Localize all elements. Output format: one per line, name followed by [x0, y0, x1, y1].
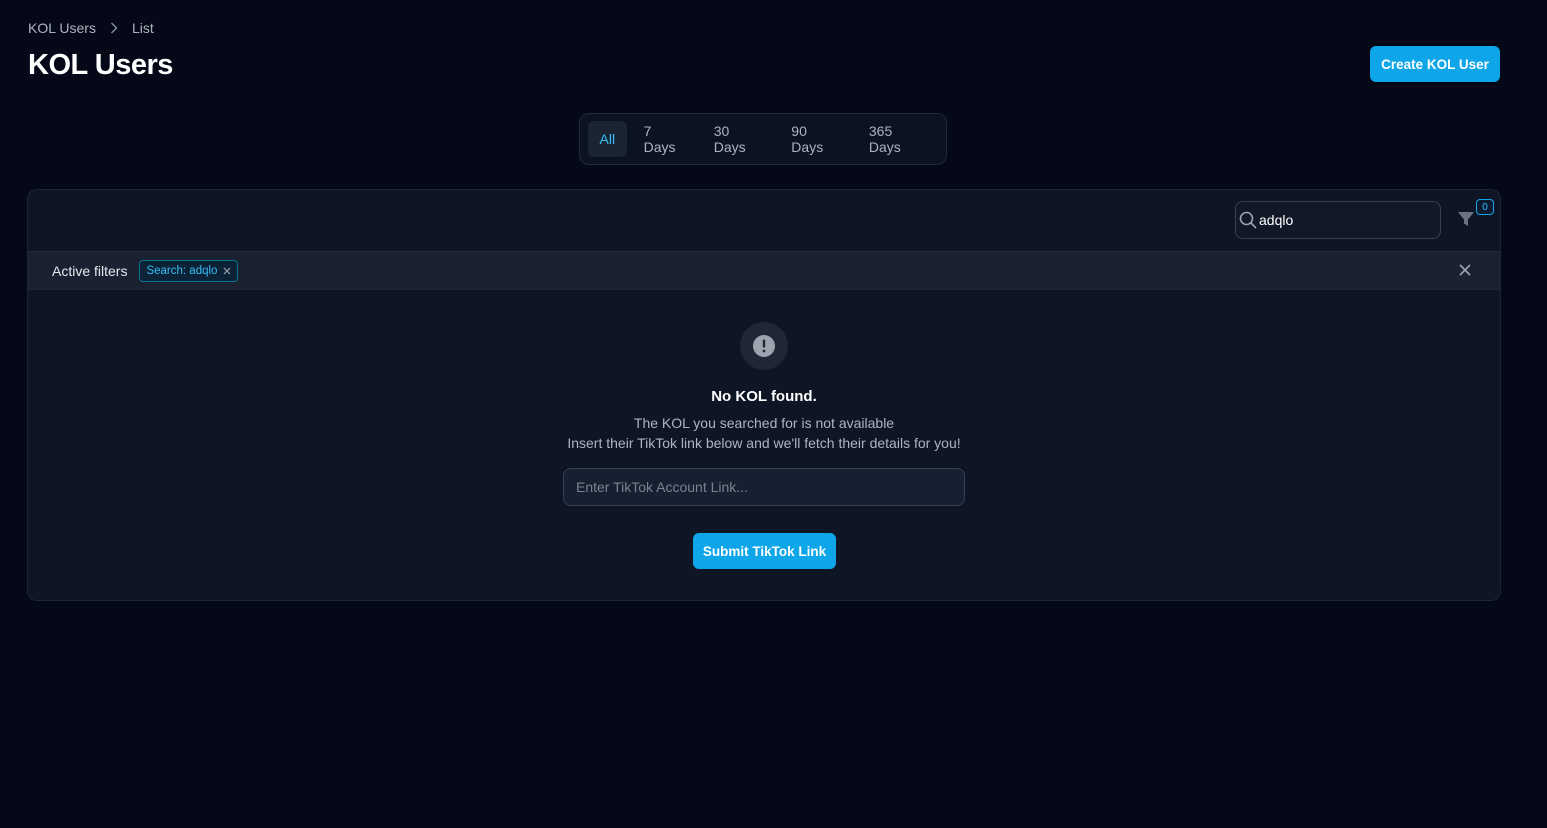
filter-button[interactable]	[1453, 208, 1479, 234]
search-input[interactable]	[1259, 212, 1440, 228]
filter-chip-search: Search: adqlo	[139, 259, 239, 282]
breadcrumb: KOL Users List	[28, 19, 154, 37]
active-filters-bar: Active filters Search: adqlo	[28, 252, 1500, 290]
filter-chip-label: Search: adqlo	[146, 264, 218, 277]
empty-state-message: The KOL you searched for is not availabl…	[633, 415, 895, 431]
empty-state-instructions: Insert their TikTok link below and we'll…	[567, 435, 961, 451]
page: KOL Users List KOL Users Create KOL User…	[0, 0, 1547, 828]
active-filters-label: Active filters	[52, 262, 128, 279]
tiktok-link-input[interactable]	[563, 468, 965, 506]
create-kol-user-button[interactable]: Create KOL User	[1370, 46, 1500, 82]
filter-count-badge: 0	[1476, 199, 1494, 215]
breadcrumb-item-list: List	[131, 20, 154, 36]
empty-state-title: No KOL found.	[711, 388, 817, 405]
submit-tiktok-link-button[interactable]: Submit TikTok Link	[693, 533, 836, 569]
breadcrumb-item-kol-users[interactable]: KOL Users	[28, 19, 96, 37]
clear-filters-button[interactable]	[1458, 263, 1472, 277]
kol-users-panel: 0 Active filters Search: adqlo No KOL fo…	[27, 189, 1501, 601]
close-icon	[1459, 264, 1471, 276]
tab-365-days[interactable]: 365 Days	[861, 121, 934, 157]
chevron-right-icon	[96, 22, 132, 34]
close-icon[interactable]	[223, 267, 231, 275]
panel-toolbar: 0	[28, 190, 1500, 252]
filter-icon	[1457, 210, 1475, 233]
search-icon	[1236, 211, 1259, 229]
tab-90-days[interactable]: 90 Days	[783, 121, 849, 157]
tab-7-days[interactable]: 7 Days	[636, 121, 694, 157]
date-range-tabs: All 7 Days 30 Days 90 Days 365 Days	[579, 113, 947, 165]
tab-all[interactable]: All	[588, 121, 627, 157]
tab-30-days[interactable]: 30 Days	[706, 121, 772, 157]
search-box	[1235, 201, 1441, 239]
alert-circle-icon	[740, 322, 788, 370]
page-title: KOL Users	[28, 49, 173, 81]
